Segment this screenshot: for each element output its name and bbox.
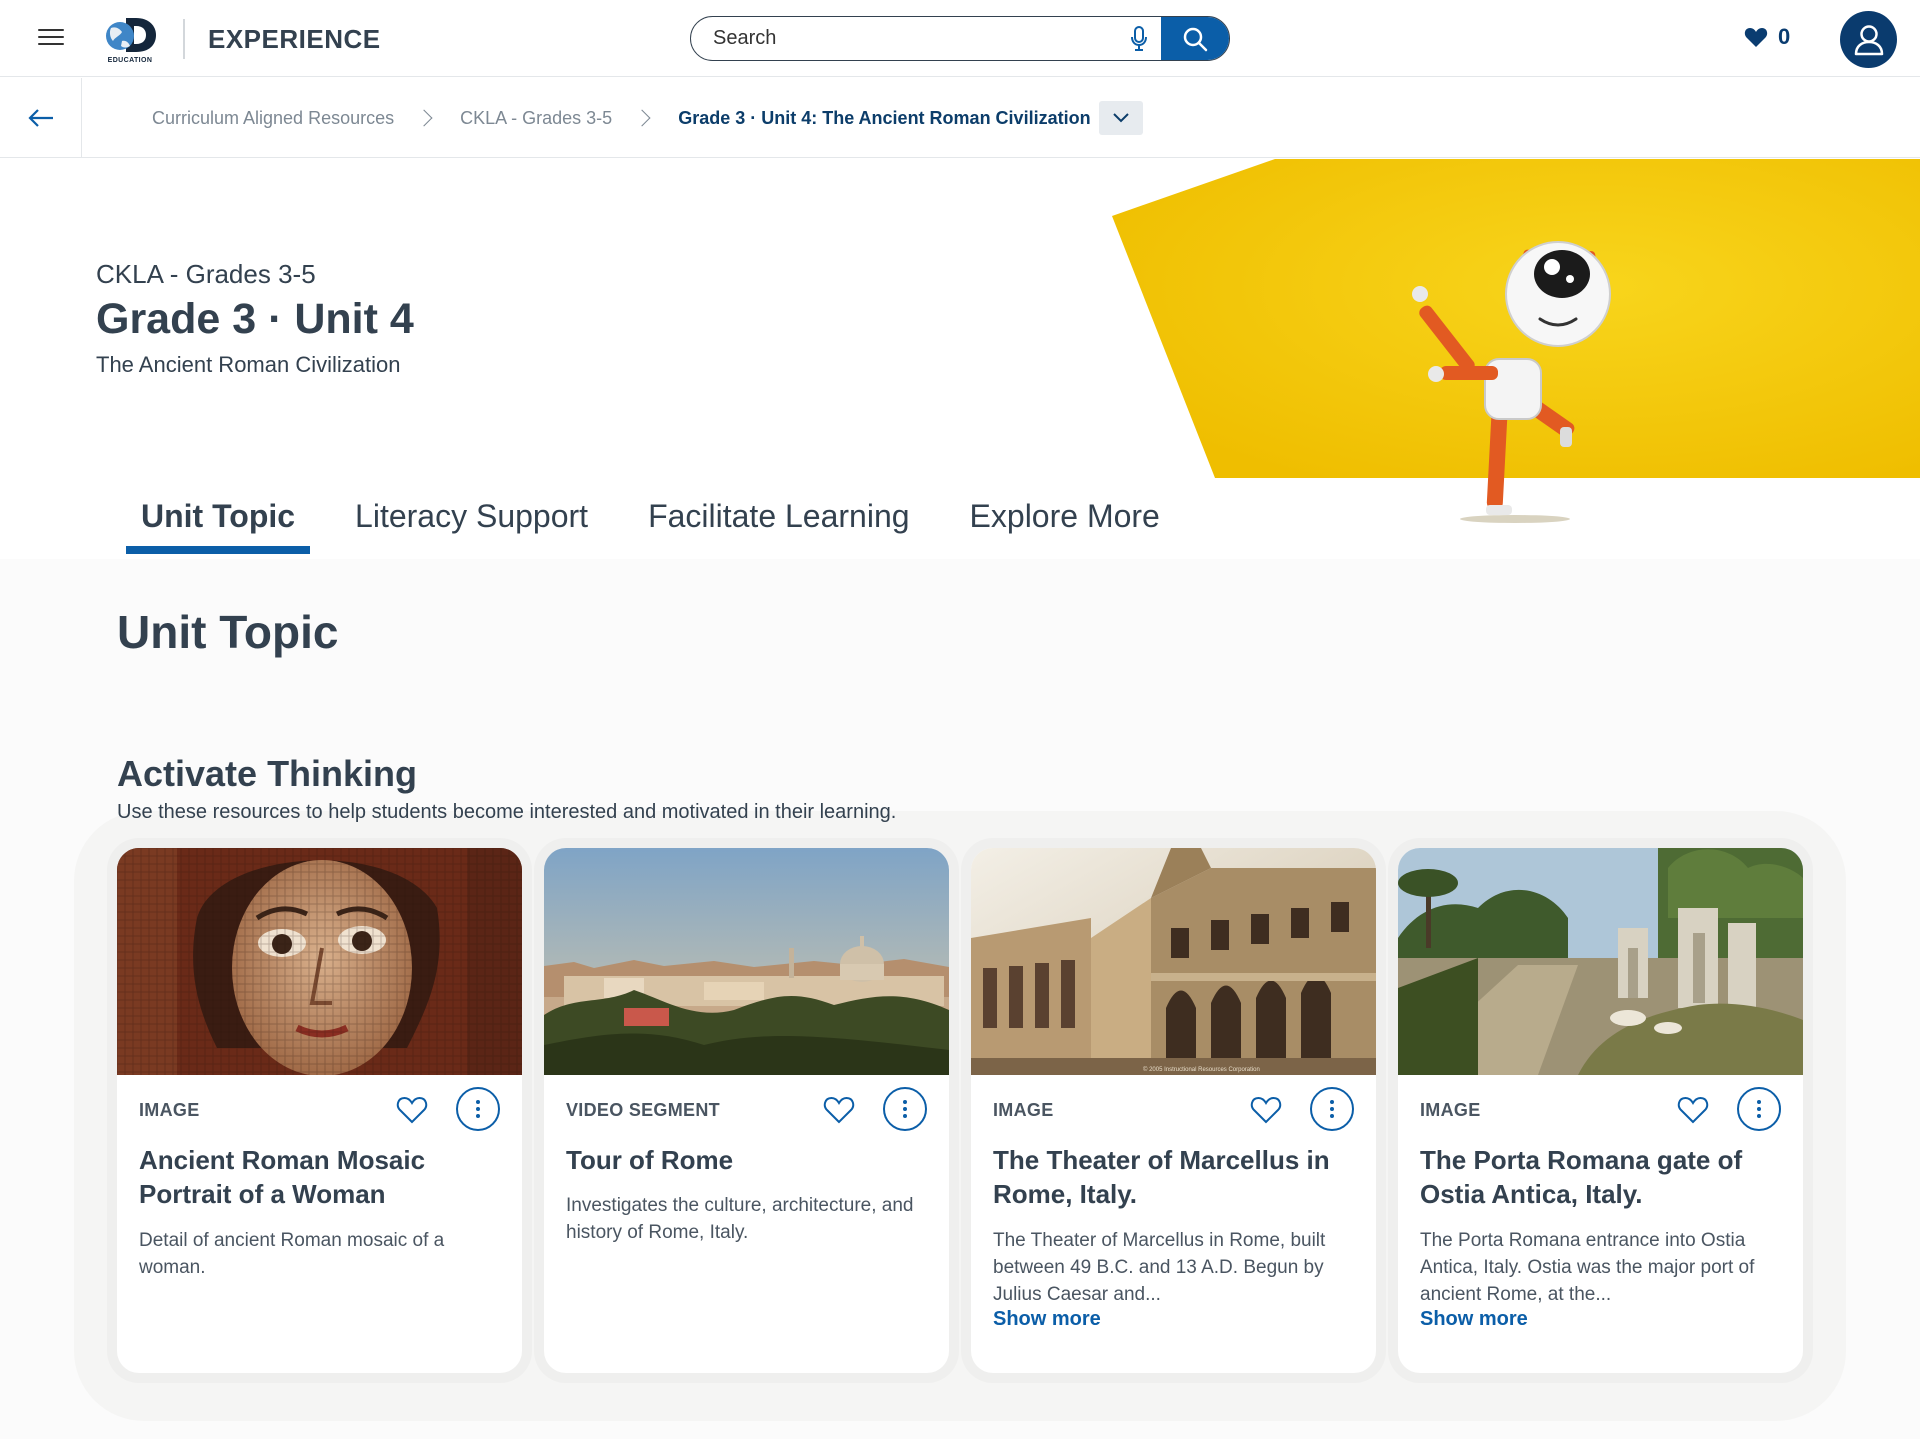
show-more-link[interactable]: Show more bbox=[993, 1308, 1101, 1331]
unit-tabs: Unit Topic Literacy Support Facilitate L… bbox=[126, 490, 1205, 554]
card-description: The Porta Romana entrance into Ostia Ant… bbox=[1420, 1230, 1755, 1305]
unit-series: CKLA - Grades 3-5 bbox=[96, 259, 316, 289]
search-input[interactable] bbox=[691, 17, 1117, 60]
resource-card[interactable]: IMAGE The Porta Romana gate of Ostia Ant… bbox=[1398, 848, 1803, 1373]
heart-outline-icon[interactable] bbox=[1677, 1095, 1709, 1125]
search-bar bbox=[690, 16, 1230, 61]
group-description: Use these resources to help students bec… bbox=[117, 801, 897, 823]
svg-text:EDUCATION: EDUCATION bbox=[108, 57, 153, 64]
resource-card[interactable]: © 2005 Instructional Resources Corporati… bbox=[971, 848, 1376, 1373]
arrow-left-icon bbox=[27, 109, 53, 127]
card-title[interactable]: Ancient Roman Mosaic Portrait of a Woman bbox=[139, 1143, 500, 1211]
svg-text:© 2005 Instructional Resources: © 2005 Instructional Resources Corporati… bbox=[1143, 1066, 1260, 1073]
chevron-right-icon bbox=[415, 109, 433, 127]
breadcrumb-dropdown-button[interactable] bbox=[1098, 101, 1143, 135]
breadcrumb-current: Grade 3 · Unit 4: The Ancient Roman Civi… bbox=[678, 107, 1091, 128]
breadcrumb-link-curriculum[interactable]: Curriculum Aligned Resources bbox=[152, 108, 394, 129]
card-title[interactable]: The Theater of Marcellus in Rome, Italy. bbox=[993, 1143, 1354, 1211]
chevron-down-icon bbox=[1112, 113, 1129, 123]
main-content: Unit Topic Activate Thinking Use these r… bbox=[0, 559, 1920, 1439]
section-title: Unit Topic bbox=[117, 606, 339, 658]
back-button[interactable] bbox=[0, 78, 82, 158]
user-icon bbox=[1854, 24, 1883, 55]
breadcrumb-bar: Curriculum Aligned Resources CKLA - Grad… bbox=[0, 78, 1920, 158]
heart-filled-icon bbox=[1744, 28, 1768, 47]
card-description: The Theater of Marcellus in Rome, built … bbox=[993, 1230, 1326, 1305]
user-avatar-button[interactable] bbox=[1840, 11, 1897, 68]
card-title[interactable]: The Porta Romana gate of Ostia Antica, I… bbox=[1420, 1143, 1781, 1211]
unit-title: Grade 3 · Unit 4 bbox=[96, 295, 414, 343]
card-description: Detail of ancient Roman mosaic of a woma… bbox=[139, 1230, 445, 1278]
microphone-icon[interactable] bbox=[1117, 17, 1161, 60]
tab-explore-more[interactable]: Explore More bbox=[955, 490, 1175, 554]
show-more-link[interactable]: Show more bbox=[1420, 1308, 1528, 1331]
breadcrumb: Curriculum Aligned Resources CKLA - Grad… bbox=[152, 78, 1143, 158]
more-options-button[interactable] bbox=[456, 1087, 500, 1131]
card-title[interactable]: Tour of Rome bbox=[566, 1143, 927, 1177]
heart-outline-icon[interactable] bbox=[823, 1095, 855, 1125]
tab-literacy-support[interactable]: Literacy Support bbox=[340, 490, 603, 554]
unit-subtitle: The Ancient Roman Civilization bbox=[96, 352, 401, 377]
brand-title: EXPERIENCE bbox=[208, 24, 381, 54]
heart-outline-icon[interactable] bbox=[396, 1095, 428, 1125]
robot-mascot-illustration bbox=[1412, 241, 1611, 523]
logo-divider bbox=[183, 19, 185, 59]
favorites-button[interactable]: 0 bbox=[1744, 24, 1790, 50]
heart-outline-icon[interactable] bbox=[1250, 1095, 1282, 1125]
search-button[interactable] bbox=[1161, 17, 1229, 60]
discovery-education-logo[interactable]: EDUCATION bbox=[98, 14, 162, 64]
card-description: Investigates the culture, architecture, … bbox=[566, 1195, 914, 1243]
resource-card[interactable]: IMAGE Ancient Roman Mosaic Portrait of a… bbox=[117, 848, 522, 1373]
chevron-right-icon bbox=[633, 109, 651, 127]
top-header: EDUCATION EXPERIENCE 0 bbox=[0, 0, 1920, 77]
group-title: Activate Thinking bbox=[117, 753, 418, 794]
tab-facilitate-learning[interactable]: Facilitate Learning bbox=[633, 490, 924, 554]
card-type-label: IMAGE bbox=[1420, 1100, 1481, 1120]
card-thumbnail-rome-skyline bbox=[544, 848, 949, 1075]
card-thumbnail-mosaic bbox=[117, 848, 522, 1075]
more-options-button[interactable] bbox=[1737, 1087, 1781, 1131]
card-type-label: VIDEO SEGMENT bbox=[566, 1100, 720, 1120]
resource-card[interactable]: VIDEO SEGMENT Tour of Rome Investigates … bbox=[544, 848, 949, 1373]
menu-icon[interactable] bbox=[38, 29, 64, 47]
card-thumbnail-theater-marcellus: © 2005 Instructional Resources Corporati… bbox=[971, 848, 1376, 1075]
more-options-button[interactable] bbox=[883, 1087, 927, 1131]
favorites-count: 0 bbox=[1778, 24, 1791, 49]
card-thumbnail-porta-romana bbox=[1398, 848, 1803, 1075]
search-icon bbox=[1183, 27, 1208, 51]
breadcrumb-link-ckla[interactable]: CKLA - Grades 3-5 bbox=[460, 108, 612, 129]
card-type-label: IMAGE bbox=[993, 1100, 1054, 1120]
card-type-label: IMAGE bbox=[139, 1100, 200, 1120]
more-options-button[interactable] bbox=[1310, 1087, 1354, 1131]
tab-unit-topic[interactable]: Unit Topic bbox=[126, 490, 311, 554]
